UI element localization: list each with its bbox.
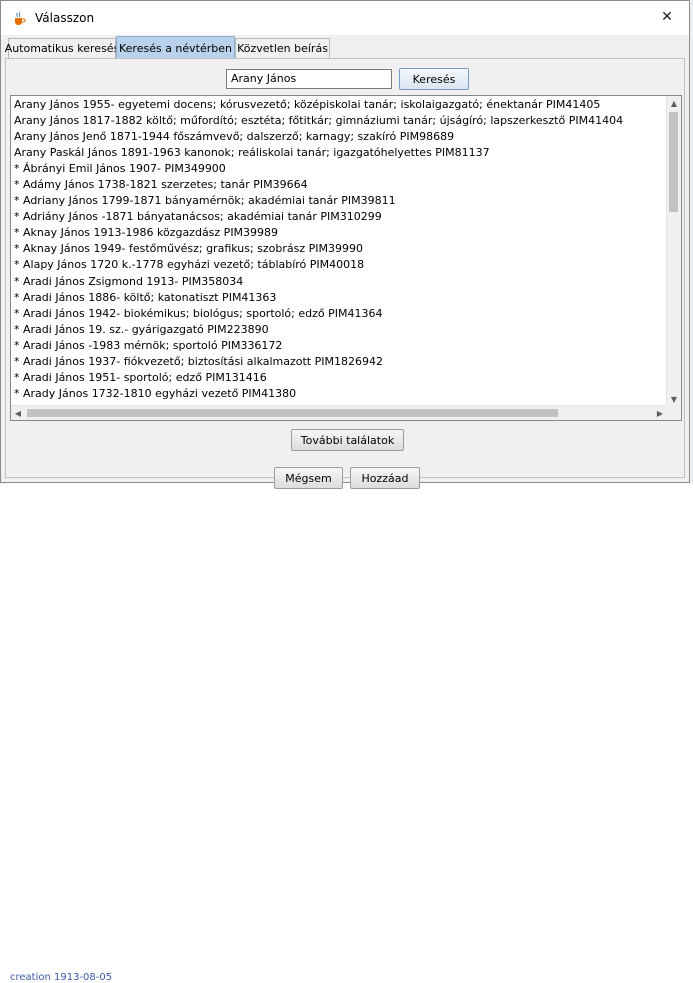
background-app-strip: creation 1913-08-05: [0, 484, 693, 983]
result-row[interactable]: * Aknay János 1913-1986 közgazdász PIM39…: [14, 225, 664, 241]
result-row[interactable]: * Aradi János 1886- költő; katonatiszt P…: [14, 290, 664, 306]
result-row[interactable]: Arany János 1955- egyetemi docens; kórus…: [14, 97, 664, 113]
scroll-right-icon[interactable]: ▶: [653, 406, 667, 420]
horizontal-scrollbar[interactable]: ◀ ▶: [11, 405, 667, 420]
result-row[interactable]: * Aradi János Zsigmond 1913- PIM358034: [14, 274, 664, 290]
result-row[interactable]: Arany János 1817-1882 költő; műfordító; …: [14, 113, 664, 129]
search-button[interactable]: Keresés: [399, 68, 469, 90]
scrollbar-corner: [666, 405, 681, 420]
result-row[interactable]: * Arady János 1732-1810 egyházi vezető P…: [14, 386, 664, 402]
choose-dialog: Válasszon ✕ Automatikus keresés Keresés …: [0, 0, 690, 489]
results-list[interactable]: Arany János 1955- egyetemi docens; kórus…: [10, 95, 682, 421]
result-row[interactable]: * Adriany János 1799-1871 bányamérnök; a…: [14, 193, 664, 209]
result-row[interactable]: * Aradi János 1937- fiókvezető; biztosít…: [14, 354, 664, 370]
result-row[interactable]: Arany János Jenő 1871-1944 főszámvevő; d…: [14, 129, 664, 145]
tab-automatic-search[interactable]: Automatikus keresés: [5, 38, 119, 58]
tab-label: Közvetlen beírás: [237, 42, 328, 55]
more-results-button[interactable]: További találatok: [291, 429, 404, 451]
tab-label: Automatikus keresés: [4, 42, 120, 55]
result-row[interactable]: * Alapy János 1720 k.-1778 egyházi vezet…: [14, 257, 664, 273]
search-input[interactable]: Arany János: [226, 69, 392, 89]
horizontal-scroll-thumb[interactable]: [27, 409, 558, 417]
close-icon: ✕: [661, 9, 673, 25]
title-bar: Válasszon ✕: [1, 1, 689, 35]
tab-namespace-search[interactable]: Keresés a névtérben: [116, 36, 235, 59]
result-row[interactable]: Arany Paskál János 1891-1963 kanonok; re…: [14, 145, 664, 161]
tab-direct-entry[interactable]: Közvetlen beírás: [235, 38, 330, 58]
vertical-scroll-thumb[interactable]: [669, 112, 678, 212]
result-row[interactable]: * Adámy János 1738-1821 szerzetes; tanár…: [14, 177, 664, 193]
result-row[interactable]: * Aradi János 1951- sportoló; edző PIM13…: [14, 370, 664, 386]
background-creation-text: creation 1913-08-05: [10, 972, 113, 983]
java-cup-icon: [15, 11, 26, 25]
result-row[interactable]: * Aradi János 1942- biokémikus; biológus…: [14, 306, 664, 322]
result-row[interactable]: * Ábrányi Emil János 1907- PIM349900: [14, 161, 664, 177]
dialog-title: Válasszon: [35, 11, 95, 25]
scroll-left-icon[interactable]: ◀: [11, 406, 25, 420]
tab-label: Keresés a névtérben: [118, 41, 233, 55]
result-row[interactable]: * Aradi János -1983 mérnök; sportoló PIM…: [14, 338, 664, 354]
cancel-button[interactable]: Mégsem: [274, 467, 343, 489]
vertical-scrollbar[interactable]: ▲ ▼: [666, 96, 681, 406]
results-rows: Arany János 1955- egyetemi docens; kórus…: [14, 97, 664, 402]
scroll-up-icon[interactable]: ▲: [667, 96, 681, 110]
result-row[interactable]: * Aknay János 1949- festőművész; grafiku…: [14, 241, 664, 257]
scroll-down-icon[interactable]: ▼: [667, 392, 681, 406]
add-button[interactable]: Hozzáad: [350, 467, 420, 489]
close-button[interactable]: ✕: [645, 1, 689, 33]
result-row[interactable]: * Adriány János -1871 bányatanácsos; aka…: [14, 209, 664, 225]
result-row[interactable]: * Aradi János 19. sz.- gyárigazgató PIM2…: [14, 322, 664, 338]
